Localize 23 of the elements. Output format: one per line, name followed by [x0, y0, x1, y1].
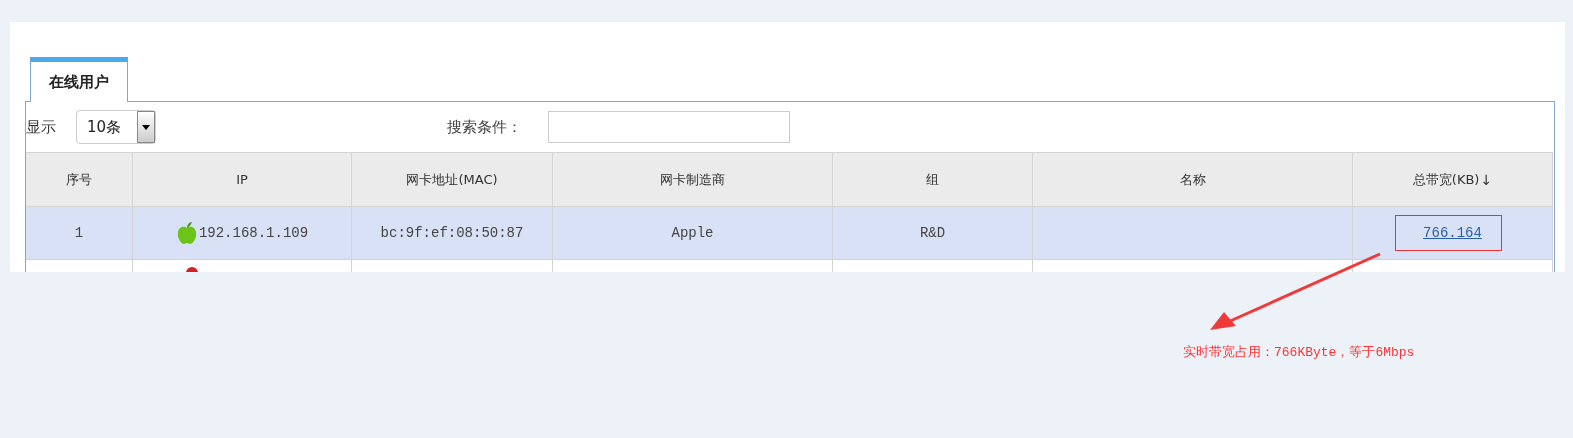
table-cell: 1 — [74, 225, 84, 241]
table-cell: bc:9f:ef:08:50:87 — [380, 225, 524, 241]
caret-icon — [137, 111, 155, 143]
search-field[interactable] — [548, 111, 790, 143]
table-cell: Apple — [671, 225, 714, 241]
bandwidth-link[interactable]: 766.164 — [1423, 225, 1482, 241]
table-row[interactable]: 1 192.168.1.109 bc:9f:ef:08:50:87 Apple R&D 766.164 — [26, 206, 1554, 259]
apple-icon — [175, 221, 198, 245]
show-label: 显示 — [26, 117, 57, 137]
column-header[interactable]: 网卡地址(MAC) — [352, 152, 553, 206]
annotation-text: 实时带宽占用：766KByte，等于6Mbps — [1183, 344, 1415, 361]
column-header[interactable]: IP — [133, 152, 352, 206]
column-header[interactable]: 总带宽(KB)↓ — [1353, 152, 1553, 206]
column-header[interactable]: 名称 — [1033, 152, 1353, 206]
column-header[interactable]: 序号 — [26, 152, 133, 206]
search-label: 搜索条件： — [447, 117, 523, 137]
tab[interactable]: 在线用户 — [30, 57, 128, 102]
device-icon — [185, 265, 199, 272]
table-cell: R&D — [919, 225, 946, 241]
column-header[interactable]: 网卡制造商 — [553, 152, 833, 206]
page-size-select[interactable]: 10条 — [76, 110, 156, 144]
table-cell: 192.168.1.109 — [198, 225, 309, 241]
column-header[interactable]: 组 — [833, 152, 1033, 206]
